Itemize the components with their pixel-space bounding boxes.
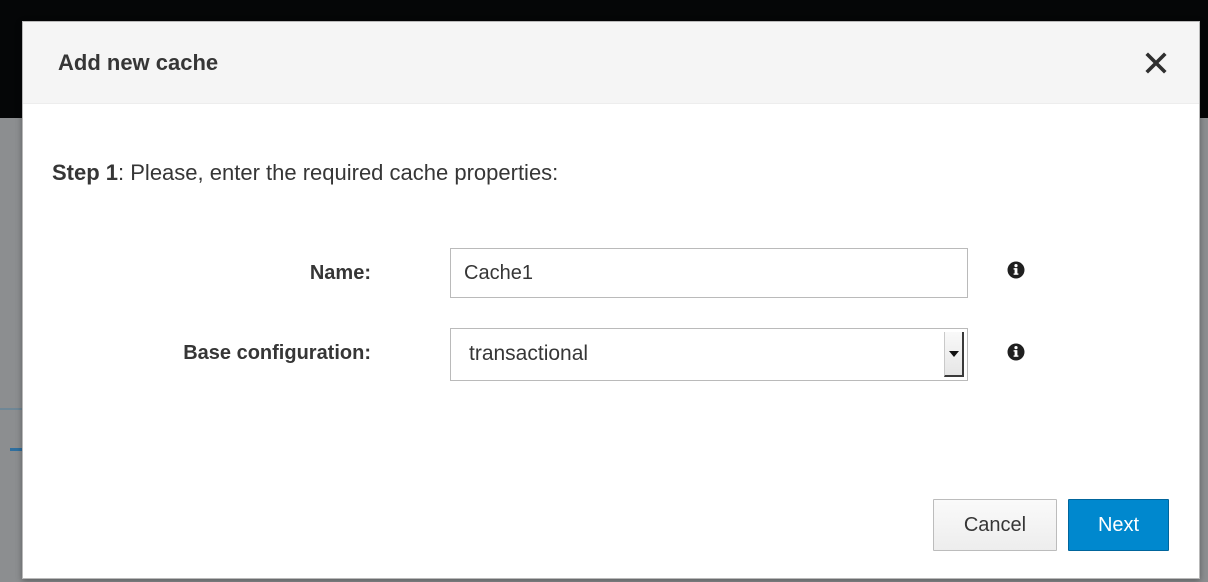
close-icon: [1145, 52, 1167, 74]
step-number: Step 1: [52, 160, 119, 185]
base-configuration-selected-value: transactional: [469, 342, 589, 365]
step-instruction: Step 1: Please, enter the required cache…: [52, 160, 558, 186]
chevron-down-icon: [949, 351, 959, 357]
background-divider: [0, 408, 22, 410]
info-icon: [1007, 343, 1025, 361]
info-icon: [1007, 261, 1025, 279]
name-input[interactable]: [450, 248, 968, 298]
background-accent: [10, 448, 22, 451]
name-label: Name:: [309, 262, 371, 284]
dialog-header: Add new cache: [23, 22, 1199, 104]
base-configuration-select[interactable]: transactional: [450, 328, 968, 381]
dropdown-arrow-button[interactable]: [944, 332, 964, 377]
base-configuration-info-button[interactable]: [1007, 343, 1025, 361]
cancel-button[interactable]: Cancel: [933, 499, 1057, 551]
close-button[interactable]: [1139, 46, 1173, 80]
add-cache-dialog: Add new cache Step 1: Please, enter the …: [22, 21, 1200, 579]
name-info-button[interactable]: [1007, 261, 1025, 279]
dialog-title: Add new cache: [58, 50, 219, 75]
base-configuration-label: Base configuration:: [183, 342, 371, 364]
step-instruction-text: : Please, enter the required cache prope…: [118, 160, 559, 185]
next-button[interactable]: Next: [1068, 499, 1169, 551]
